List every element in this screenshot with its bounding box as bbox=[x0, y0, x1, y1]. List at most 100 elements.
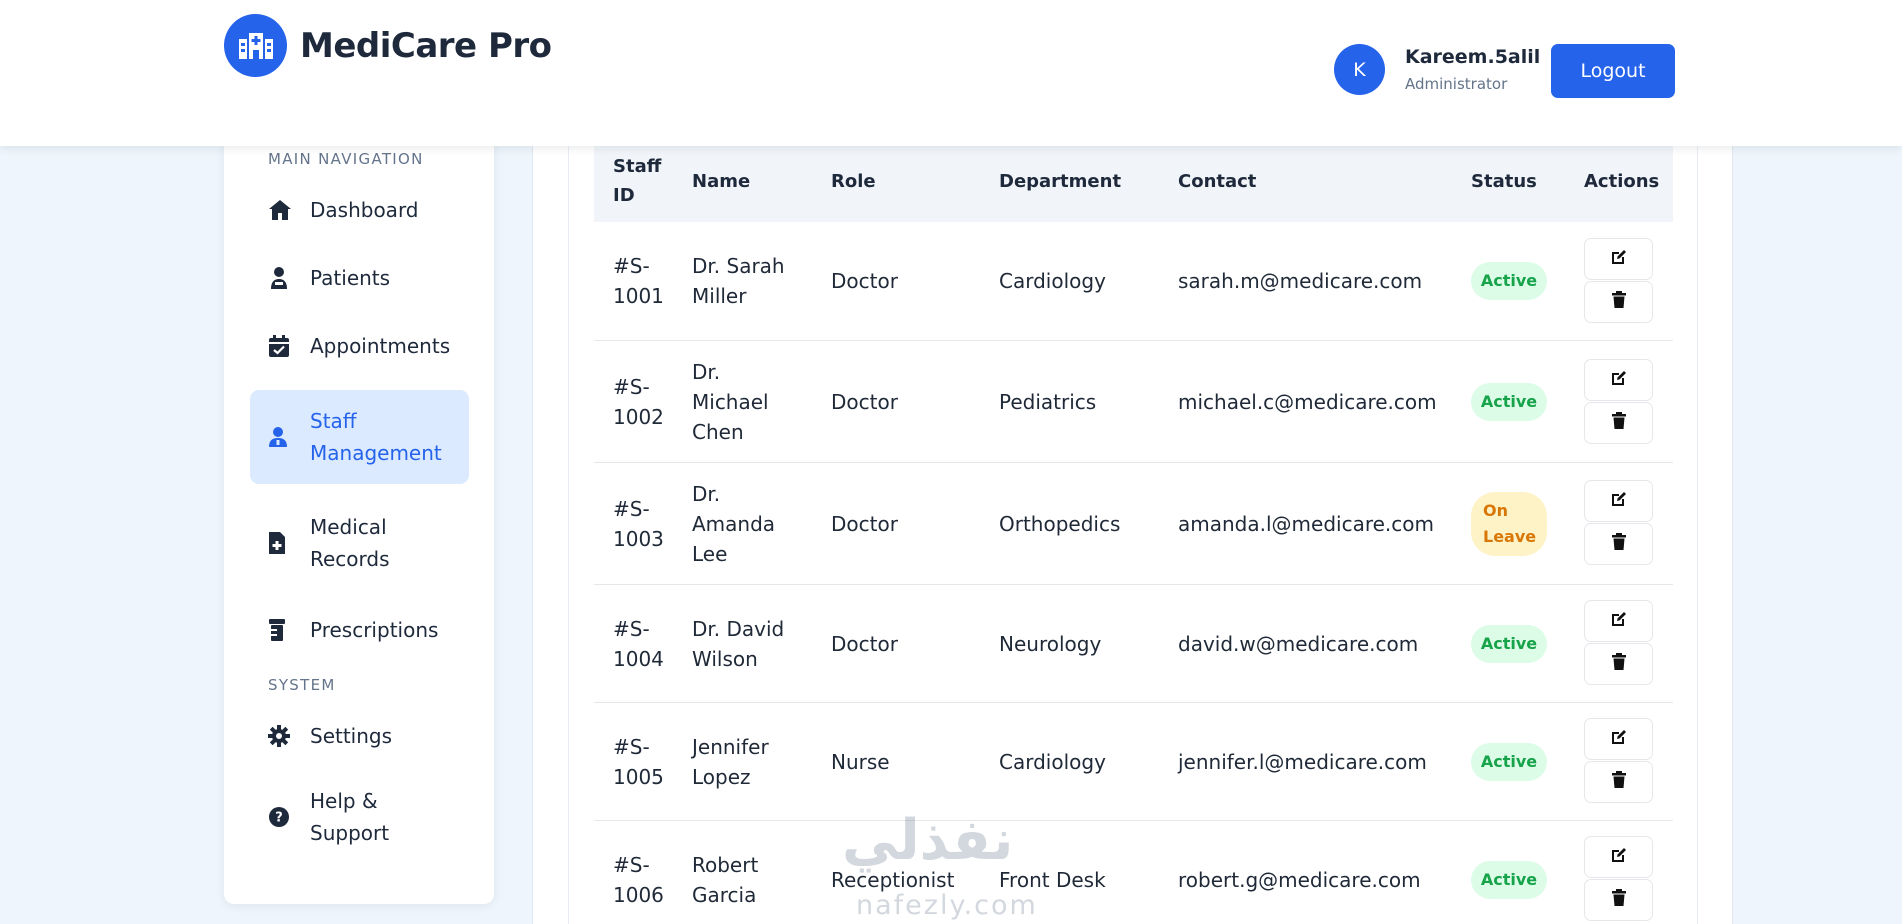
cell-role: Doctor bbox=[831, 631, 898, 656]
avatar: K bbox=[1334, 44, 1385, 95]
nav-section-main: MAIN NAVIGATION bbox=[268, 150, 424, 168]
sidebar-item-label: Staff Management bbox=[310, 409, 442, 465]
cell-name: Jennifer Lopez bbox=[692, 734, 769, 789]
cell-department: Cardiology bbox=[999, 269, 1106, 293]
cell-department: Front Desk bbox=[999, 868, 1106, 892]
cell-department: Pediatrics bbox=[999, 389, 1097, 414]
sidebar-item-prescriptions[interactable]: Prescriptions bbox=[250, 602, 469, 658]
gear-icon bbox=[268, 722, 296, 750]
delete-button[interactable] bbox=[1584, 643, 1653, 685]
delete-button[interactable] bbox=[1584, 761, 1653, 803]
edit-icon bbox=[1610, 248, 1628, 270]
table-row: #S-1002 Dr. Michael Chen Doctor Pediatri… bbox=[594, 341, 1673, 463]
delete-button[interactable] bbox=[1584, 523, 1653, 565]
sidebar-item-patients[interactable]: Patients bbox=[250, 250, 469, 306]
cell-name: Dr. Sarah Miller bbox=[692, 254, 785, 308]
cell-staff-id: #S-1005 bbox=[613, 734, 664, 789]
header-role: Role bbox=[831, 170, 876, 192]
cell-staff-id: #S-1004 bbox=[613, 616, 664, 671]
sidebar-item-label: Dashboard bbox=[310, 198, 419, 222]
trash-icon bbox=[1611, 291, 1627, 313]
header-name: Name bbox=[692, 170, 751, 192]
status-badge: Active bbox=[1471, 742, 1547, 781]
delete-button[interactable] bbox=[1584, 402, 1653, 444]
sidebar-item-label: Appointments bbox=[310, 334, 451, 358]
sidebar-item-staff-management[interactable]: Staff Management bbox=[250, 390, 469, 484]
table-row: #S-1006 Robert Garcia Receptionist Front… bbox=[594, 821, 1673, 924]
brand-logo[interactable]: MediCare Pro bbox=[224, 14, 552, 77]
edit-button[interactable] bbox=[1584, 718, 1653, 760]
sidebar-item-dashboard[interactable]: Dashboard bbox=[250, 182, 469, 238]
nav-section-system: SYSTEM bbox=[268, 676, 336, 694]
status-badge: Active bbox=[1471, 382, 1547, 421]
trash-icon bbox=[1611, 889, 1627, 911]
table-header: Staff ID Name Role Department Contact St… bbox=[594, 140, 1673, 222]
cell-contact: robert.g@medicare.com bbox=[1178, 868, 1421, 892]
top-header: MediCare Pro K Kareem.5alil Administrato… bbox=[0, 0, 1902, 146]
prescription-bottle-icon bbox=[268, 616, 296, 644]
sidebar-item-appointments[interactable]: Appointments bbox=[250, 318, 469, 374]
sidebar-item-label: Patients bbox=[310, 266, 391, 290]
edit-icon bbox=[1610, 610, 1628, 632]
cell-department: Orthopedics bbox=[999, 511, 1121, 536]
table-row: #S-1003 Dr. Amanda Lee Doctor Orthopedic… bbox=[594, 463, 1673, 585]
header-department: Department bbox=[999, 170, 1122, 192]
edit-button[interactable] bbox=[1584, 600, 1653, 642]
user-md-icon bbox=[268, 423, 296, 451]
sidebar-item-medical-records[interactable]: Medical Records bbox=[250, 496, 469, 590]
sidebar: MAIN NAVIGATION Dashboard Patients Appoi… bbox=[224, 130, 494, 904]
calendar-check-icon bbox=[268, 332, 296, 360]
cell-role: Nurse bbox=[831, 749, 890, 774]
edit-icon bbox=[1610, 846, 1628, 868]
home-icon bbox=[268, 196, 296, 224]
sidebar-item-label: Medical Records bbox=[310, 515, 390, 571]
edit-button[interactable] bbox=[1584, 836, 1653, 878]
logout-button[interactable]: Logout bbox=[1551, 44, 1675, 98]
trash-icon bbox=[1611, 533, 1627, 555]
file-medical-icon bbox=[268, 529, 296, 557]
status-badge: Active bbox=[1471, 624, 1547, 663]
header-contact: Contact bbox=[1178, 170, 1257, 192]
trash-icon bbox=[1611, 653, 1627, 675]
cell-contact: amanda.l@medicare.com bbox=[1178, 511, 1434, 536]
status-badge: Active bbox=[1471, 861, 1547, 899]
sidebar-item-settings[interactable]: Settings bbox=[250, 708, 469, 764]
cell-department: Neurology bbox=[999, 631, 1102, 656]
cell-name: Dr. Amanda Lee bbox=[692, 481, 776, 566]
cell-name: Dr. David Wilson bbox=[692, 616, 785, 671]
cell-staff-id: #S-1001 bbox=[613, 254, 664, 308]
edit-icon bbox=[1610, 369, 1628, 391]
user-name: Kareem.5alil bbox=[1405, 46, 1541, 68]
cell-contact: michael.c@medicare.com bbox=[1178, 389, 1437, 414]
delete-button[interactable] bbox=[1584, 281, 1653, 323]
edit-icon bbox=[1610, 490, 1628, 512]
sidebar-item-label: Settings bbox=[310, 724, 393, 748]
user-role: Administrator bbox=[1405, 75, 1508, 93]
cell-contact: jennifer.l@medicare.com bbox=[1178, 749, 1427, 774]
app-title: MediCare Pro bbox=[300, 25, 552, 66]
cell-staff-id: #S-1003 bbox=[613, 496, 664, 551]
cell-name: Robert Garcia bbox=[692, 853, 759, 907]
status-badge: On Leave bbox=[1471, 491, 1547, 556]
cell-name: Dr. Michael Chen bbox=[692, 359, 769, 444]
edit-button[interactable] bbox=[1584, 480, 1653, 522]
edit-button[interactable] bbox=[1584, 359, 1653, 401]
cell-role: Doctor bbox=[831, 269, 898, 293]
cell-staff-id: #S-1006 bbox=[613, 853, 664, 907]
table-row: #S-1005 Jennifer Lopez Nurse Cardiology … bbox=[594, 703, 1673, 821]
sidebar-item-help-support[interactable]: ? Help & Support bbox=[250, 770, 469, 864]
header-actions: Actions bbox=[1584, 170, 1660, 192]
table-row: #S-1004 Dr. David Wilson Doctor Neurolog… bbox=[594, 585, 1673, 703]
cell-role: Doctor bbox=[831, 511, 898, 536]
status-badge: Active bbox=[1471, 262, 1547, 300]
user-profile[interactable]: K Kareem.5alil Administrator bbox=[1334, 44, 1540, 95]
svg-text:?: ? bbox=[275, 811, 283, 826]
cell-contact: sarah.m@medicare.com bbox=[1178, 269, 1423, 293]
header-status: Status bbox=[1471, 170, 1537, 192]
user-injured-icon bbox=[268, 264, 296, 292]
delete-button[interactable] bbox=[1584, 879, 1653, 921]
header-staff-id: Staff ID bbox=[613, 156, 662, 206]
cell-contact: david.w@medicare.com bbox=[1178, 631, 1419, 656]
edit-button[interactable] bbox=[1584, 238, 1653, 280]
cell-role: Receptionist bbox=[831, 868, 955, 892]
